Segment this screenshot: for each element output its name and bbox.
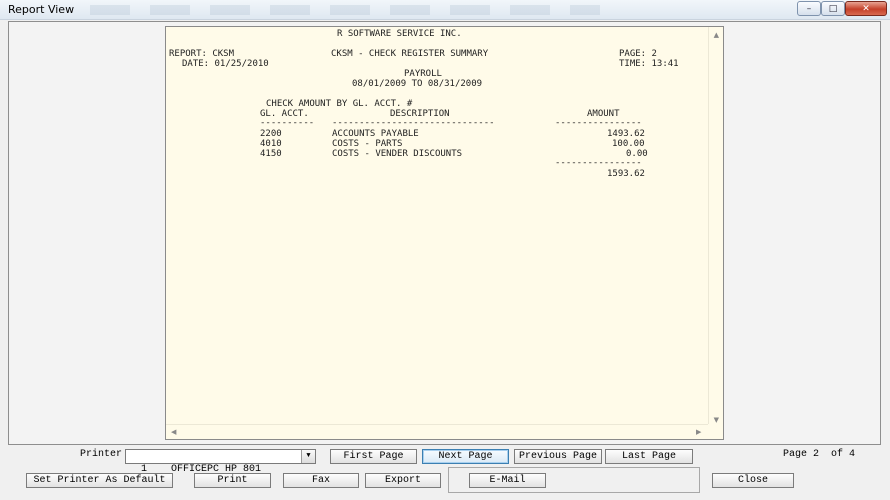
row-acct: 4150 <box>260 149 282 159</box>
set-default-printer-button[interactable]: Set Printer As Default <box>26 473 173 488</box>
next-page-button[interactable]: Next Page <box>422 449 509 464</box>
last-page-button[interactable]: Last Page <box>605 449 693 464</box>
horizontal-scrollbar[interactable]: ◀ ▶ <box>166 424 709 439</box>
first-page-button[interactable]: First Page <box>330 449 417 464</box>
email-button[interactable]: E-Mail <box>469 473 546 488</box>
export-button[interactable]: Export <box>365 473 441 488</box>
minimize-button[interactable]: – <box>797 1 821 16</box>
fax-button[interactable]: Fax <box>283 473 359 488</box>
row-acct: 4010 <box>260 139 282 149</box>
printer-label: Printer <box>80 449 123 460</box>
previous-page-button[interactable]: Previous Page <box>514 449 602 464</box>
rule-desc: ------------------------------ <box>332 118 495 128</box>
row-desc: COSTS - PARTS <box>332 139 403 149</box>
print-button[interactable]: Print <box>194 473 271 488</box>
report-section: PAYROLL <box>404 69 442 79</box>
vertical-scrollbar[interactable]: ▲ ▼ <box>708 27 723 426</box>
report-company: R SOFTWARE SERVICE INC. <box>337 29 462 39</box>
scroll-right-icon[interactable]: ▶ <box>696 427 701 437</box>
maximize-button[interactable]: □ <box>821 1 845 16</box>
report-period: 08/01/2009 TO 08/31/2009 <box>352 79 483 89</box>
chevron-down-icon[interactable]: ▼ <box>301 450 315 463</box>
row-amount: 1493.62 <box>607 129 645 139</box>
scroll-up-icon[interactable]: ▲ <box>714 30 719 40</box>
rule-amount: ---------------- <box>555 118 642 128</box>
report-id: REPORT: CKSM <box>169 49 235 59</box>
row-desc: COSTS - VENDER DISCOUNTS <box>332 149 463 159</box>
title-bar: Report View – □ ✕ <box>0 0 890 20</box>
report-viewer[interactable]: R SOFTWARE SERVICE INC. REPORT: CKSM CKS… <box>165 26 724 440</box>
close-window-button[interactable]: ✕ <box>845 1 887 16</box>
printer-select[interactable]: 1 OFFICEPC HP 801 ▼ <box>125 449 316 475</box>
report-time: TIME: 13:41 <box>619 59 679 69</box>
row-desc: ACCOUNTS PAYABLE <box>332 129 419 139</box>
rule-acct: ---------- <box>260 118 315 128</box>
total-rule: ---------------- <box>555 158 642 168</box>
report-date: DATE: 01/25/2010 <box>182 59 269 69</box>
background-menu-ghost <box>90 5 600 15</box>
close-button[interactable]: Close <box>712 473 794 488</box>
scroll-left-icon[interactable]: ◀ <box>171 427 176 437</box>
row-acct: 2200 <box>260 129 282 139</box>
row-amount: 100.00 <box>612 139 645 149</box>
report-subheading: CHECK AMOUNT BY GL. ACCT. # <box>266 99 413 109</box>
page-status: Page 2 of 4 <box>783 449 856 460</box>
report-page-number: PAGE: 2 <box>619 49 657 59</box>
report-total: 1593.62 <box>607 169 645 179</box>
report-title: CKSM - CHECK REGISTER SUMMARY <box>331 49 489 59</box>
window-title: Report View <box>8 3 75 16</box>
scroll-corner <box>708 424 723 439</box>
